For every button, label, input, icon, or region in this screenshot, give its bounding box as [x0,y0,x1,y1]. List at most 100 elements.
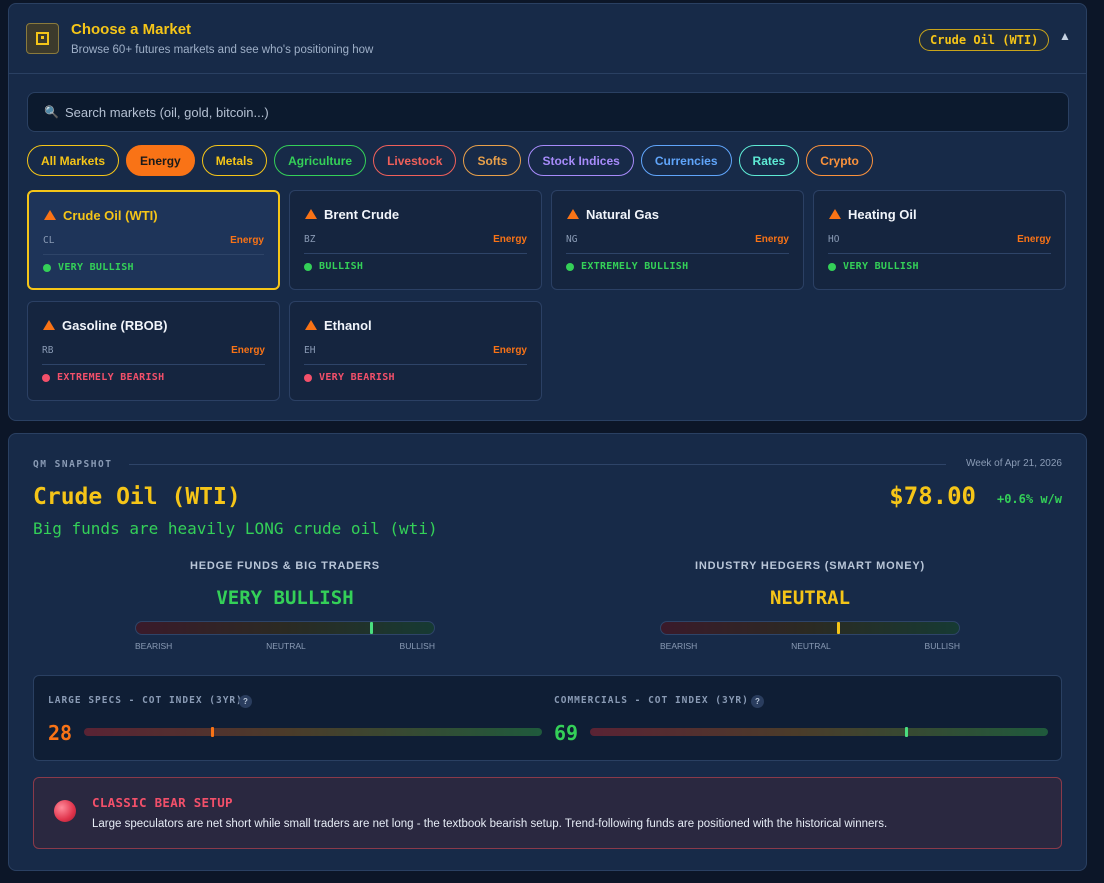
market-sector: Energy [493,234,527,245]
market-code: BZ [304,234,316,245]
market-icon [26,23,59,54]
hedge-funds-gauge: HEDGE FUNDS & BIG TRADERS VERY BULLISH B… [135,560,435,651]
gauge-marker [837,622,841,634]
filter-energy[interactable]: Energy [126,145,195,176]
market-code: HO [828,234,840,245]
warning-triangle-icon [43,320,55,330]
snapshot-subtitle: Big funds are heavily LONG crude oil (wt… [33,519,438,538]
cot-bar [590,727,1048,737]
cot-value: 69 [554,721,579,745]
gauge-value: VERY BULLISH [216,587,354,609]
market-status: VERY BEARISH [319,372,395,383]
market-card[interactable]: Gasoline (RBOB) RB Energy EXTREMELY BEARISH [27,301,280,401]
selected-market-badge: Crude Oil (WTI) [919,29,1050,51]
warning-triangle-icon [305,320,317,330]
large-specs-cot: LARGE SPECS - COT INDEX (3YR) ? 28 [34,676,542,762]
commercials-cot: COMMERCIALS - COT INDEX (3YR) ? 69 [540,676,1048,762]
status-dot-icon [304,374,312,382]
panel-subtitle: Browse 60+ futures markets and see who's… [71,44,374,56]
snapshot-label: QM SNAPSHOT [33,459,113,470]
warning-triangle-icon [305,209,317,219]
market-name: Gasoline (RBOB) [62,318,168,333]
gauge-bar [135,621,435,635]
market-sector: Energy [1017,234,1051,245]
filter-livestock[interactable]: Livestock [373,145,457,176]
market-code: EH [304,345,316,356]
divider [42,364,265,365]
help-icon[interactable]: ? [751,695,764,708]
status-dot-icon [42,374,50,382]
market-status: EXTREMELY BEARISH [57,372,165,383]
cot-marker [211,727,215,737]
panel-title: Choose a Market [71,21,192,38]
alert-title: CLASSIC BEAR SETUP [92,795,233,810]
status-dot-icon [828,263,836,271]
cot-title: LARGE SPECS - COT INDEX (3YR) [48,695,243,706]
divider [129,464,946,465]
warning-triangle-icon [567,209,579,219]
filter-softs[interactable]: Softs [463,145,522,176]
price-change: +0.6% w/w [996,492,1062,506]
alert-red-dot-icon [54,800,76,822]
filter-stock-indices[interactable]: Stock Indices [528,145,634,176]
filter-agriculture[interactable]: Agriculture [274,145,367,176]
cot-bar [84,727,542,737]
market-search[interactable]: 🔍 [27,92,1069,132]
market-status: VERY BULLISH [58,262,134,273]
industry-hedgers-gauge: INDUSTRY HEDGERS (SMART MONEY) NEUTRAL B… [660,560,960,651]
market-status: BULLISH [319,261,364,272]
market-code: CL [43,235,55,246]
market-status: VERY BULLISH [843,261,919,272]
gauge-label-bullish: BULLISH [924,641,960,651]
market-sector: Energy [493,345,527,356]
market-name: Natural Gas [586,207,659,222]
collapse-chevron-icon[interactable]: ▲ [1059,29,1071,43]
cot-marker [905,727,909,737]
filter-metals[interactable]: Metals [201,145,268,176]
filter-rates[interactable]: Rates [738,145,800,176]
warning-triangle-icon [44,210,56,220]
cot-title: COMMERCIALS - COT INDEX (3YR) [554,695,749,706]
search-icon: 🔍 [44,105,59,119]
gauge-title: HEDGE FUNDS & BIG TRADERS [190,560,380,572]
gauge-label-bullish: BULLISH [399,641,435,651]
market-card[interactable]: Ethanol EH Energy VERY BEARISH [289,301,542,401]
gauge-marker [370,622,374,634]
price: $78.00 [889,482,976,510]
gauge-label-bearish: BEARISH [135,641,173,651]
market-card[interactable]: Crude Oil (WTI) CL Energy VERY BULLISH [27,190,280,290]
market-chooser-panel: Choose a Market Browse 60+ futures marke… [8,3,1087,421]
status-dot-icon [566,263,574,271]
snapshot-title: Crude Oil (WTI) [33,484,241,510]
filter-crypto[interactable]: Crypto [806,145,873,176]
market-card[interactable]: Natural Gas NG Energy EXTREMELY BULLISH [551,190,804,290]
market-card[interactable]: Brent Crude BZ Energy BULLISH [289,190,542,290]
snapshot-panel: QM SNAPSHOT Week of Apr 21, 2026 Crude O… [8,433,1087,871]
gauge-bar [660,621,960,635]
gauge-value: NEUTRAL [769,587,851,609]
market-chooser-header[interactable]: Choose a Market Browse 60+ futures marke… [9,4,1086,74]
status-dot-icon [43,264,51,272]
search-input[interactable] [64,104,965,120]
warning-triangle-icon [829,209,841,219]
market-code: RB [42,345,54,356]
market-sector: Energy [230,235,264,246]
market-code: NG [566,234,578,245]
market-sector: Energy [231,345,265,356]
market-name: Crude Oil (WTI) [63,208,158,223]
week-label: Week of Apr 21, 2026 [966,458,1062,469]
setup-alert: CLASSIC BEAR SETUP Large speculators are… [33,777,1062,849]
cot-index-box: LARGE SPECS - COT INDEX (3YR) ? 28 COMME… [33,675,1062,761]
market-card[interactable]: Heating Oil HO Energy VERY BULLISH [813,190,1066,290]
gauge-title: INDUSTRY HEDGERS (SMART MONEY) [695,560,925,572]
divider [43,254,264,255]
divider [304,364,527,365]
gauge-label-neutral: NEUTRAL [791,641,831,651]
cot-value: 28 [48,721,73,745]
help-icon[interactable]: ? [239,695,252,708]
gauge-label-neutral: NEUTRAL [266,641,306,651]
market-name: Ethanol [324,318,372,333]
filter-currencies[interactable]: Currencies [640,145,732,176]
filter-all-markets[interactable]: All Markets [27,145,120,176]
market-name: Heating Oil [848,207,917,222]
